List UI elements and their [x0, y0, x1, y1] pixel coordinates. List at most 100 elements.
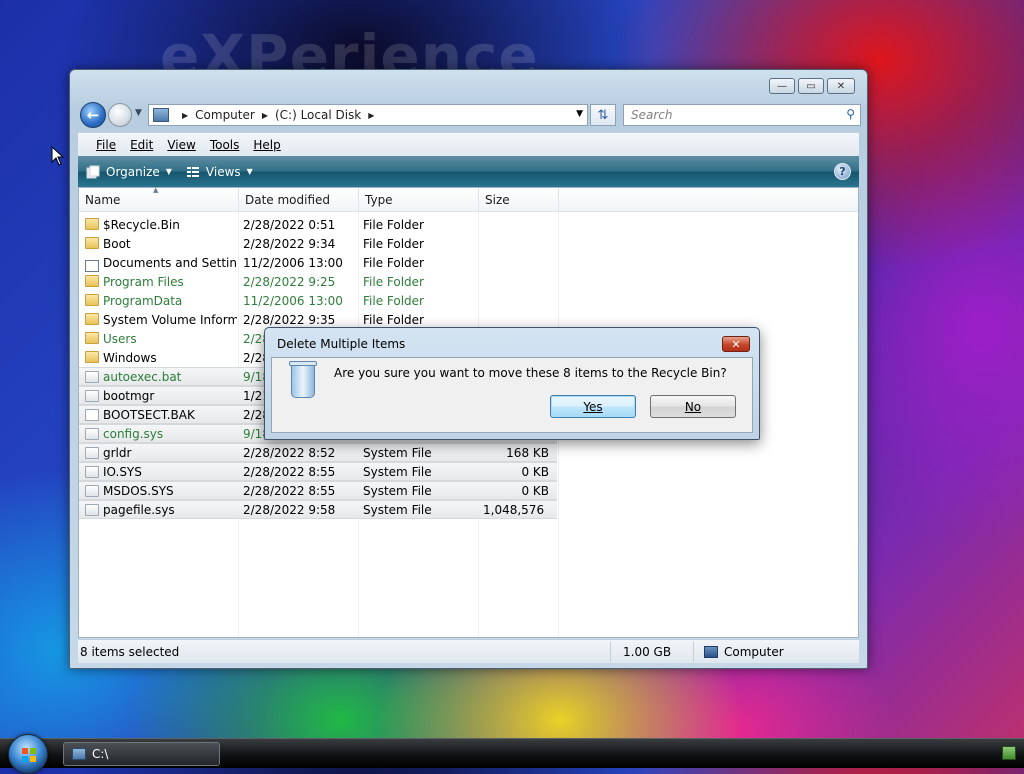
table-row[interactable]: IO.SYS 2/28/2022 8:55 System File 0 KB — [79, 462, 557, 481]
column-size-label: Size — [485, 193, 510, 207]
menu-view[interactable]: View — [167, 138, 195, 152]
menu-bar: File Edit View Tools Help — [78, 132, 859, 156]
windows-logo-icon — [22, 748, 36, 762]
forward-button[interactable] — [108, 103, 132, 127]
system-file-icon — [85, 428, 99, 440]
drive-icon — [72, 748, 86, 760]
refresh-button[interactable]: ⇅ — [590, 104, 616, 126]
column-header-name[interactable]: ▲ Name — [79, 186, 239, 212]
no-button[interactable]: No — [650, 395, 736, 418]
file-name: Program Files — [103, 274, 184, 289]
table-row[interactable]: $Recycle.Bin 2/28/2022 0:51 File Folder — [79, 215, 858, 234]
dialog-close-button[interactable]: ✕ — [722, 336, 750, 352]
table-row[interactable]: Boot 2/28/2022 9:34 File Folder — [79, 234, 858, 253]
table-row[interactable]: MSDOS.SYS 2/28/2022 8:55 System File 0 KB — [79, 481, 557, 500]
security-tray-icon[interactable] — [1002, 746, 1016, 760]
help-icon[interactable]: ? — [834, 163, 851, 180]
search-icon[interactable]: ⚲ — [846, 107, 855, 121]
table-row[interactable]: Documents and Settings 11/2/2006 13:00 Fil… — [79, 253, 858, 272]
column-type-label: Type — [365, 193, 393, 207]
folder-icon — [85, 218, 99, 230]
address-toolbar: ← ▼ ▶ Computer ▶ (C:) Local Disk ▶ ▼ ⇅ ⚲ — [78, 102, 861, 130]
recent-pages-dropdown[interactable]: ▼ — [135, 108, 142, 118]
column-date-label: Date modified — [245, 193, 331, 207]
file-name: autoexec.bat — [103, 369, 182, 384]
zone-label: Computer — [724, 644, 784, 659]
status-divider — [610, 642, 611, 662]
file-type: File Folder — [363, 255, 424, 270]
file-date: 2/28/2022 8:52 — [243, 445, 336, 460]
close-button[interactable]: ✕ — [827, 78, 855, 94]
file-icon — [85, 409, 99, 421]
file-name: $Recycle.Bin — [103, 217, 180, 232]
file-type: System File — [363, 502, 432, 517]
menu-view-label: View — [167, 137, 196, 152]
search-input[interactable] — [629, 107, 829, 123]
file-name: Boot — [103, 236, 131, 251]
chevron-down-icon: ▼ — [246, 167, 253, 176]
file-size: 0 KB — [521, 464, 549, 479]
table-row[interactable]: ProgramData 11/2/2006 13:00 File Folder — [79, 291, 858, 310]
file-name: pagefile.sys — [103, 502, 175, 517]
file-date: 2/28/2022 9:58 — [243, 502, 336, 517]
column-header-size[interactable]: Size — [479, 188, 559, 212]
menu-tools[interactable]: Tools — [210, 138, 240, 152]
column-header-type[interactable]: Type — [359, 188, 479, 212]
taskbar-item-label: C:\ — [92, 747, 109, 761]
folder-icon — [85, 237, 99, 249]
taskbar-item-explorer[interactable]: C:\ — [63, 742, 220, 766]
file-name: MSDOS.SYS — [103, 483, 174, 498]
address-dropdown-icon[interactable]: ▼ — [576, 109, 583, 119]
status-bar: 8 items selected 1.00 GB Computer — [78, 639, 859, 663]
file-type: System File — [363, 464, 432, 479]
column-header-date[interactable]: Date modified — [239, 188, 359, 212]
file-size: 1,048,576 KB — [483, 502, 549, 517]
folder-icon — [85, 294, 99, 306]
maximize-button[interactable]: ▭ — [798, 78, 824, 94]
menu-file[interactable]: File — [96, 138, 116, 152]
menu-edit-label: Edit — [130, 137, 154, 152]
back-button[interactable]: ← — [80, 102, 106, 128]
minimize-button[interactable]: — — [769, 78, 795, 94]
yes-label: Yes — [583, 399, 603, 414]
breadcrumb-computer[interactable]: Computer — [195, 108, 255, 122]
file-date: 2/28/2022 9:35 — [243, 312, 336, 327]
search-box[interactable]: ⚲ — [623, 104, 861, 126]
file-type: File Folder — [363, 312, 424, 327]
file-type: System File — [363, 483, 432, 498]
file-date: 2/28/2022 9:25 — [243, 274, 336, 289]
views-label: Views — [205, 164, 241, 179]
selection-count: 8 items selected — [80, 644, 180, 659]
back-arrow-icon: ← — [86, 106, 100, 124]
file-name: System Volume Inform... — [103, 312, 237, 327]
breadcrumb-local-disk[interactable]: (C:) Local Disk — [275, 108, 361, 122]
file-name: Windows — [103, 350, 157, 365]
column-name-label: Name — [85, 193, 121, 207]
menu-tools-label: Tools — [209, 137, 240, 152]
breadcrumb-chevron-icon[interactable]: ▶ — [368, 111, 374, 120]
views-button[interactable]: Views ▼ — [186, 165, 253, 179]
breadcrumb-chevron-icon[interactable]: ▶ — [182, 111, 188, 120]
status-divider — [693, 642, 694, 662]
address-bar[interactable]: ▶ Computer ▶ (C:) Local Disk ▶ ▼ — [148, 104, 588, 126]
recycle-bin-icon — [289, 361, 317, 398]
file-name: config.sys — [103, 426, 164, 441]
menu-edit[interactable]: Edit — [130, 138, 153, 152]
file-date: 11/2/2006 13:00 — [243, 255, 343, 270]
table-row[interactable]: Program Files 2/28/2022 9:25 File Folder — [79, 272, 858, 291]
table-row[interactable]: grldr 2/28/2022 8:52 System File 168 KB — [79, 443, 557, 462]
refresh-icon: ⇅ — [597, 107, 609, 123]
dialog-body: Are you sure you want to move these 8 it… — [271, 357, 753, 433]
menu-help[interactable]: Help — [253, 138, 280, 152]
table-row[interactable]: pagefile.sys 2/28/2022 9:58 System File 1,0… — [79, 500, 557, 519]
dialog-message: Are you sure you want to move these 8 it… — [334, 366, 727, 380]
yes-button[interactable]: Yes — [550, 395, 636, 418]
organize-label: Organize — [106, 164, 160, 179]
command-bar: Organize ▼ Views ▼ ? — [78, 156, 859, 187]
organize-button[interactable]: Organize ▼ — [86, 165, 172, 179]
breadcrumb-chevron-icon[interactable]: ▶ — [262, 111, 268, 120]
start-button[interactable] — [8, 734, 48, 774]
sort-ascending-icon: ▲ — [153, 186, 159, 194]
system-file-icon — [85, 447, 99, 459]
folder-icon — [85, 332, 99, 344]
